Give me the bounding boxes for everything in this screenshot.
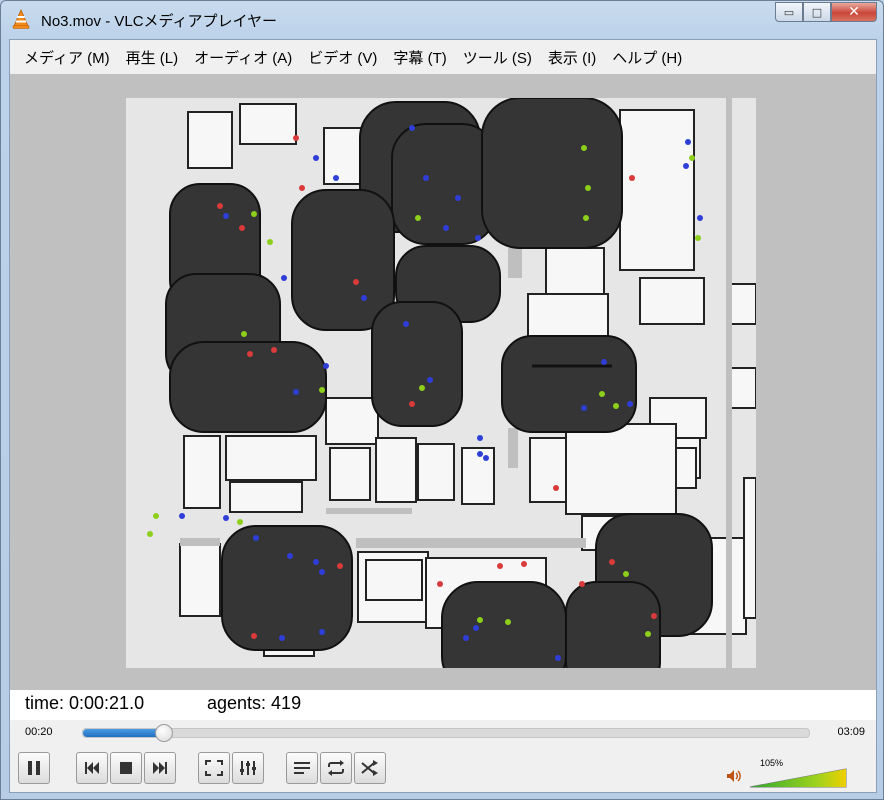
play-controls bbox=[18, 752, 52, 784]
pause-icon bbox=[28, 761, 40, 775]
title-bar[interactable]: No3.mov - VLCメディアプレイヤー ▭ □ ✕ bbox=[1, 1, 883, 39]
stop-icon bbox=[120, 762, 132, 774]
seek-handle[interactable] bbox=[154, 724, 173, 742]
video-frame bbox=[126, 98, 756, 668]
view-controls bbox=[198, 752, 266, 784]
next-button[interactable] bbox=[144, 752, 176, 784]
previous-icon bbox=[85, 762, 99, 774]
shuffle-icon bbox=[361, 760, 378, 776]
loop-button[interactable] bbox=[320, 752, 352, 784]
menu-bar: メディア (M) 再生 (L) オーディオ (A) ビデオ (V) 字幕 (T)… bbox=[10, 40, 876, 74]
playlist-button[interactable] bbox=[286, 752, 318, 784]
menu-audio[interactable]: オーディオ (A) bbox=[186, 47, 300, 68]
equalizer-icon bbox=[240, 761, 256, 775]
menu-help[interactable]: ヘルプ (H) bbox=[604, 47, 690, 68]
status-overlay: time: 0:00:21.0 agents: 419 bbox=[10, 690, 876, 720]
next-icon bbox=[153, 762, 167, 774]
vlc-cone-icon bbox=[12, 9, 30, 29]
fullscreen-button[interactable] bbox=[198, 752, 230, 784]
playlist-icon bbox=[294, 762, 310, 774]
menu-video[interactable]: ビデオ (V) bbox=[300, 47, 385, 68]
seek-progress bbox=[83, 729, 163, 737]
video-area[interactable] bbox=[10, 74, 876, 690]
fullscreen-icon bbox=[205, 760, 223, 776]
navigation-controls bbox=[76, 752, 178, 784]
speaker-icon[interactable] bbox=[726, 769, 742, 783]
window-title: No3.mov - VLCメディアプレイヤー bbox=[41, 13, 278, 30]
maximize-button[interactable]: □ bbox=[803, 2, 831, 22]
menu-playback[interactable]: 再生 (L) bbox=[118, 47, 187, 68]
seek-bar[interactable] bbox=[82, 724, 810, 742]
time-readout: time: 0:00:21.0 bbox=[25, 693, 145, 713]
previous-button[interactable] bbox=[76, 752, 108, 784]
menu-subtitle[interactable]: 字幕 (T) bbox=[385, 47, 454, 68]
menu-tools[interactable]: ツール (S) bbox=[455, 47, 540, 68]
shuffle-button[interactable] bbox=[354, 752, 386, 784]
menu-media[interactable]: メディア (M) bbox=[16, 47, 118, 68]
volume-slider[interactable]: 105% bbox=[748, 758, 848, 788]
agents-readout: agents: 419 bbox=[207, 693, 302, 713]
seek-row: 00:20 03:09 bbox=[10, 720, 876, 746]
extended-settings-button[interactable] bbox=[232, 752, 264, 784]
loop-icon bbox=[328, 760, 344, 776]
stop-button[interactable] bbox=[110, 752, 142, 784]
close-icon: ✕ bbox=[848, 4, 860, 20]
close-button[interactable]: ✕ bbox=[831, 2, 877, 22]
volume-meter bbox=[749, 768, 847, 788]
total-time[interactable]: 03:09 bbox=[837, 726, 865, 738]
minimize-icon: ▭ bbox=[783, 5, 795, 19]
client-area: メディア (M) 再生 (L) オーディオ (A) ビデオ (V) 字幕 (T)… bbox=[9, 39, 877, 793]
vlc-window: No3.mov - VLCメディアプレイヤー ▭ □ ✕ メディア (M) 再生… bbox=[0, 0, 884, 800]
playlist-controls bbox=[286, 752, 388, 784]
pause-button[interactable] bbox=[18, 752, 50, 784]
minimize-button[interactable]: ▭ bbox=[775, 2, 803, 22]
volume-percent: 105% bbox=[760, 758, 784, 768]
menu-view[interactable]: 表示 (I) bbox=[540, 47, 604, 68]
elapsed-time[interactable]: 00:20 bbox=[25, 726, 53, 738]
maximize-icon: □ bbox=[811, 5, 823, 19]
